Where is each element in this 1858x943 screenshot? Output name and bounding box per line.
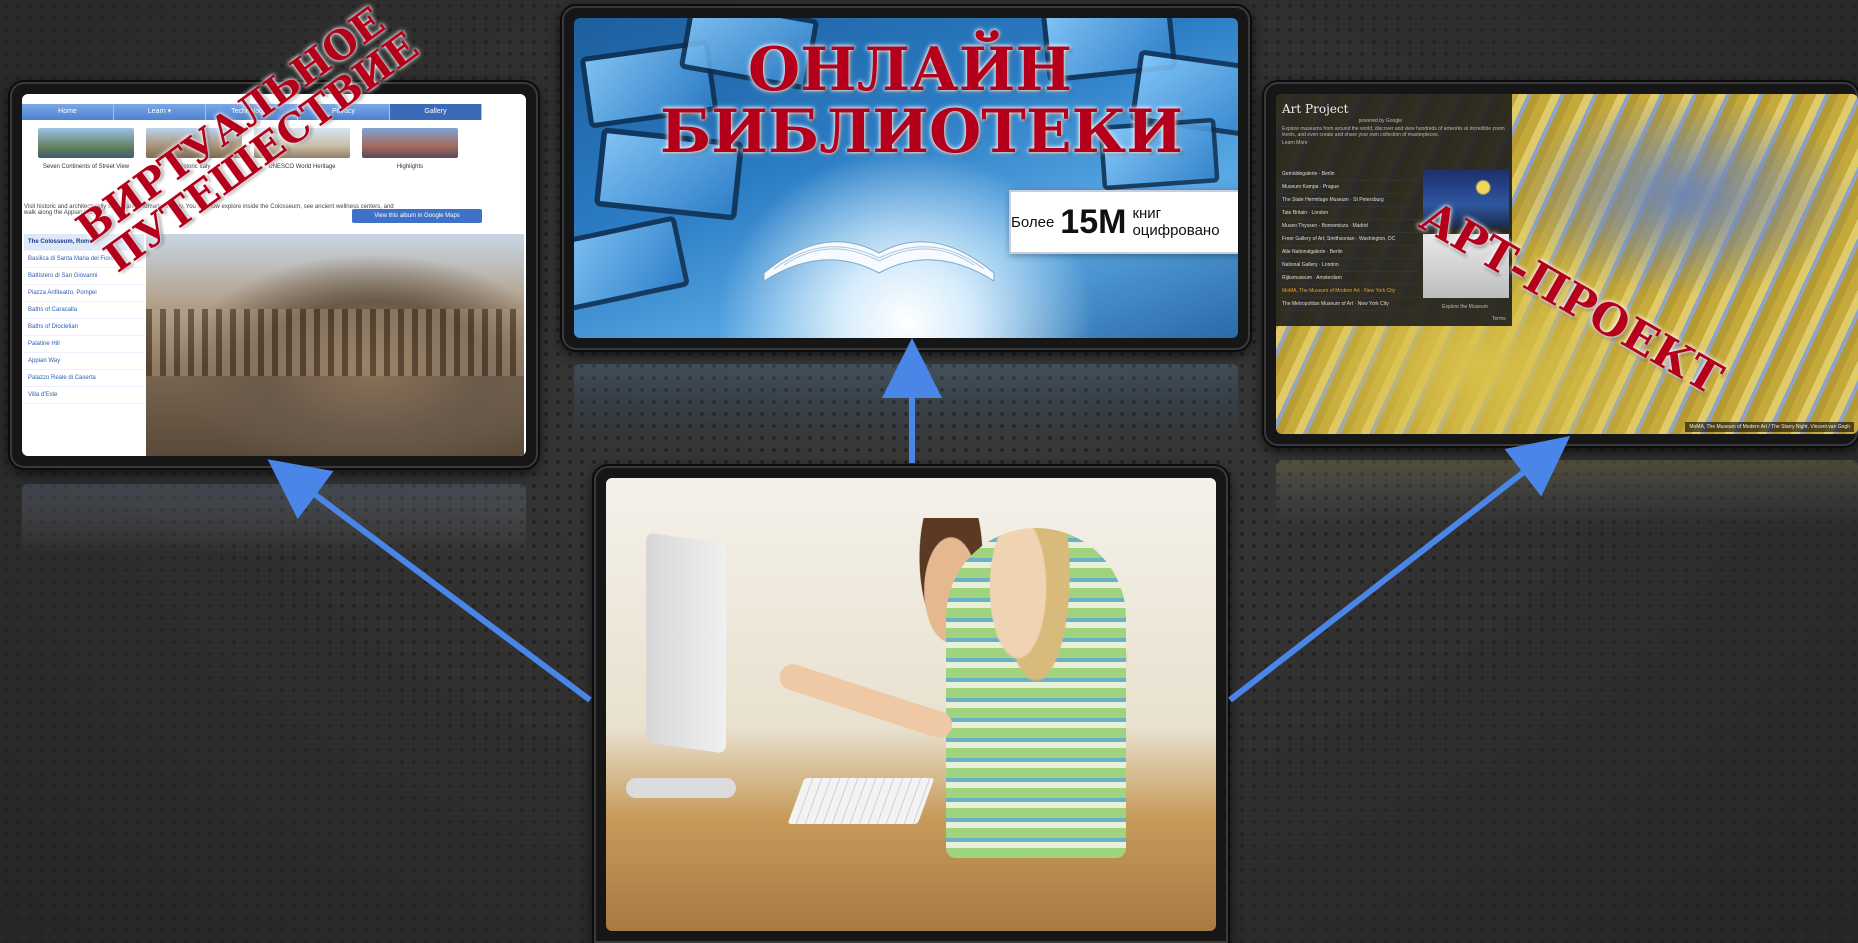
virtual-travel-reflection <box>22 484 526 554</box>
list-item: Museum Kampa · Prague <box>1280 181 1420 194</box>
list-item: The Metropolitan Museum of Art · New Yor… <box>1280 298 1420 311</box>
nav-gallery: Gallery <box>390 104 482 120</box>
open-book-icon <box>763 241 995 282</box>
art-project-screenshot: Art Project powered by Google Explore mu… <box>1276 94 1858 434</box>
children-at-computer-photo <box>606 478 1216 931</box>
library-reflection <box>574 364 1238 449</box>
children-photo-frame <box>594 466 1228 943</box>
list-item: Piazza Anfiteatro, Pompei <box>24 285 144 302</box>
list-item: Alte Nationalgalerie · Berlin <box>1280 246 1420 259</box>
badge-number: 15M <box>1060 202 1127 241</box>
online-library-title: ОНЛАЙН БИБЛИОТЕКИ <box>660 35 1183 167</box>
list-item: Villa d'Este <box>24 387 144 404</box>
colosseum-panorama <box>146 234 524 456</box>
monitor <box>646 532 726 754</box>
art-intro: Explore museums from around the world, d… <box>1282 126 1505 138</box>
digitized-books-badge: Более 15M книг оцифровано <box>1009 190 1238 254</box>
list-item: Baths of Diocletian <box>24 319 144 336</box>
girl <box>946 528 1126 858</box>
nav-home: Home <box>22 104 114 120</box>
list-item: Palatine Hill <box>24 336 144 353</box>
artwork-caption: MoMA, The Museum of Modern Art / The Sta… <box>1685 422 1854 432</box>
museum-panel: Art Project powered by Google Explore mu… <box>1276 94 1512 326</box>
badge-prefix: Более <box>1011 213 1055 231</box>
terms-link: Terms <box>1492 316 1506 322</box>
list-item: Freer Gallery of Art, Smithsonian · Wash… <box>1280 233 1420 246</box>
view-in-maps-button: View this album in Google Maps <box>352 209 482 223</box>
art-project-logo: Art Project <box>1282 102 1349 116</box>
museum-list: Gemäldegalerie · Berlin Museum Kampa · P… <box>1280 168 1420 311</box>
list-item: Rijksmuseum · Amsterdam <box>1280 272 1420 285</box>
art-project-reflection <box>1276 460 1858 530</box>
list-item: Museo Thyssen - Bornemisza · Madrid <box>1280 220 1420 233</box>
list-item: Tate Britain · London <box>1280 207 1420 220</box>
nav-learn: Learn ▾ <box>114 104 206 120</box>
learn-more-link: Learn More <box>1282 140 1308 146</box>
badge-suffix: книг оцифровано <box>1132 205 1220 239</box>
keyboard <box>787 778 935 824</box>
list-item: Baths of Caracalla <box>24 302 144 319</box>
explore-museum-link: Explore the Museum <box>1442 304 1488 310</box>
list-item: MoMA, The Museum of Modern Art · New Yor… <box>1280 285 1420 298</box>
list-item: Palazzo Reale di Caserta <box>24 370 144 387</box>
list-item: The State Hermitage Museum · St Petersbu… <box>1280 194 1420 207</box>
list-item: Appian Way <box>24 353 144 370</box>
list-item: Gemäldegalerie · Berlin <box>1280 168 1420 181</box>
gallery-card: Highlights <box>362 128 458 188</box>
list-item: National Gallery · London <box>1280 259 1420 272</box>
